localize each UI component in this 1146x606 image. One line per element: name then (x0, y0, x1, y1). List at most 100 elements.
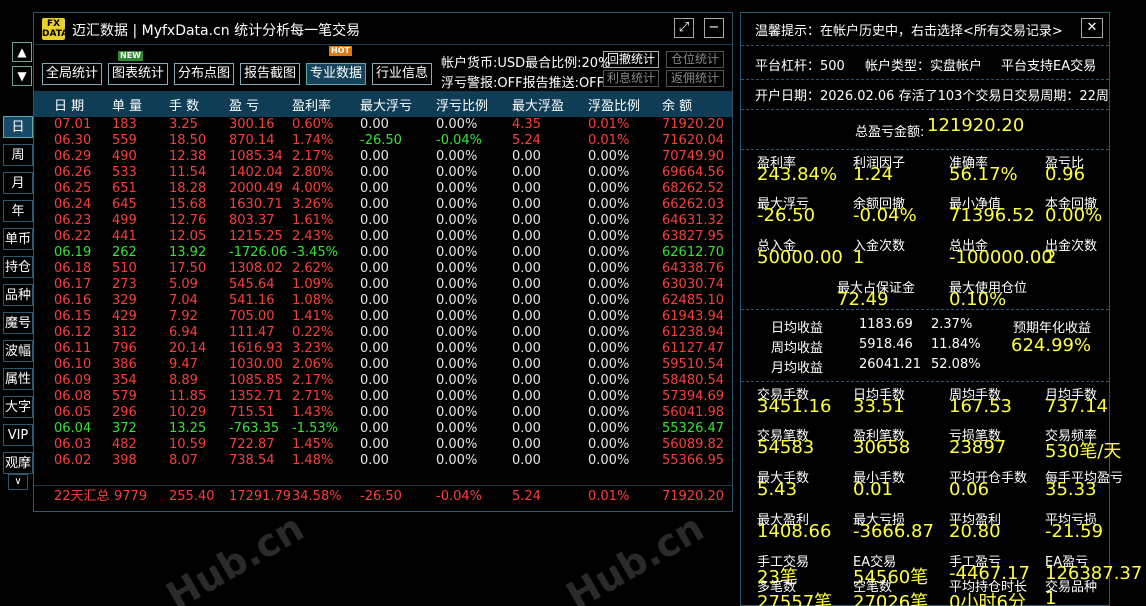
table-row[interactable]: 06.11 796 20.14 1616.93 3.23% 0.00 0.00% 0.00 0.… (34, 341, 732, 357)
table-cell: 3.26% (292, 197, 334, 212)
table-row[interactable]: 06.09 354 8.89 1085.85 2.17% 0.00 0.00% 0.00 0.0… (34, 373, 732, 389)
table-cell: 0.00% (588, 261, 630, 276)
table-cell: 06.23 (54, 213, 92, 228)
table-row[interactable]: 06.03 482 10.59 722.87 1.45% 0.00 0.00% 0.00 0.0… (34, 437, 732, 453)
total-value: 121920.20 (927, 115, 1025, 136)
table-cell: 0.00 (360, 277, 389, 292)
table-cell: 398 (112, 453, 137, 468)
nav-品种[interactable]: 品种 (3, 284, 33, 306)
drawdown-stats-button[interactable]: 回撤统计 (603, 51, 659, 68)
nav-大字[interactable]: 大字 (3, 396, 33, 418)
stat-value: 20.80 (949, 521, 1001, 542)
close-icon[interactable]: ✕ (1081, 18, 1103, 38)
table-row[interactable]: 06.25 651 18.28 2000.49 4.00% 0.00 0.00% 0.00 0.… (34, 181, 732, 197)
position-stats-button[interactable]: 仓位统计 (666, 51, 724, 68)
stat-value: 27026笔 (853, 592, 929, 606)
scroll-down-button[interactable]: ▼ (12, 66, 32, 86)
table-cell: -763.35 (229, 421, 280, 436)
table-row[interactable]: 06.16 329 7.04 541.16 1.08% 0.00 0.00% 0.00 0.00… (34, 293, 732, 309)
table-cell: 645 (112, 197, 137, 212)
table-row[interactable]: 06.22 441 12.05 1215.25 2.43% 0.00 0.00% 0.00 0.… (34, 229, 732, 245)
table-row[interactable]: 06.10 386 9.47 1030.00 2.06% 0.00 0.00% 0.00 0.0… (34, 357, 732, 373)
table-cell: 1630.71 (229, 197, 283, 212)
currency-info: 帐户货币:USD最合比例:20% (441, 56, 611, 71)
nav-年[interactable]: 年 (3, 200, 33, 222)
table-cell: 738.54 (229, 453, 275, 468)
nav-观摩[interactable]: 观摩 (3, 452, 33, 474)
table-row[interactable]: 06.04 372 13.25 -763.35 -1.53% 0.00 0.00% 0.00 0… (34, 421, 732, 437)
table-cell: 06.08 (54, 389, 92, 404)
nav-月[interactable]: 月 (3, 172, 33, 194)
toolbar-button-2[interactable]: 分布点图 (174, 63, 234, 85)
table-row[interactable]: 06.23 499 12.76 803.37 1.61% 0.00 0.00% 0.00 0.0… (34, 213, 732, 229)
table-cell: 329 (112, 293, 137, 308)
stat-value: 54583 (757, 437, 815, 458)
scroll-up-button[interactable]: ▲ (12, 42, 32, 62)
table-row[interactable]: 06.30 559 18.50 870.14 1.74% -26.50 -0.04% 5.24… (34, 133, 732, 149)
table-cell: 541.16 (229, 293, 275, 308)
interest-stats-button[interactable]: 利息统计 (603, 70, 659, 87)
table-cell: 4.35 (512, 117, 541, 132)
table-cell: 57394.69 (662, 389, 725, 404)
table-cell: 06.17 (54, 277, 92, 292)
table-row[interactable]: 06.02 398 8.07 738.54 1.48% 0.00 0.00% 0.00 0.00… (34, 453, 732, 469)
nav-周[interactable]: 周 (3, 144, 33, 166)
minimize-button[interactable]: − (704, 18, 724, 38)
table-row[interactable]: 06.08 579 11.85 1352.71 2.71% 0.00 0.00% 0.00 0.… (34, 389, 732, 405)
table-cell: 0.00% (588, 197, 630, 212)
nav-单币[interactable]: 单币 (3, 228, 33, 250)
table-row[interactable]: 06.29 490 12.38 1085.34 2.17% 0.00 0.00% 0.00 0.… (34, 149, 732, 165)
table-cell: 62485.10 (662, 293, 725, 308)
table-row[interactable]: 06.05 296 10.29 715.51 1.43% 0.00 0.00% 0.00 0.0… (34, 405, 732, 421)
column-header: 盈利率 (292, 99, 332, 114)
account-info: 平台杠杆：500 帐户类型：实盘帐户 平台支持EA交易 (741, 45, 1109, 79)
table-cell: 0.00% (588, 165, 630, 180)
stat-value: 0小时6分 (949, 592, 1026, 606)
toolbar-button-5[interactable]: 行业信息 (372, 63, 432, 85)
table-cell: 0.00% (436, 149, 478, 164)
table-row[interactable]: 06.24 645 15.68 1630.71 3.26% 0.00 0.00% 0.00 0.… (34, 197, 732, 213)
ea-support: 平台支持EA交易 (1001, 59, 1097, 74)
table-cell: 0.00% (588, 453, 630, 468)
toolbar-button-0[interactable]: 全局统计 (42, 63, 102, 85)
daily-table: 07.01 183 3.25 300.16 0.60% 0.00 0.00% 4.35 0.01… (34, 117, 732, 469)
daily-value: 1183.69 (859, 317, 913, 332)
table-row[interactable]: 06.18 510 17.50 1308.02 2.62% 0.00 0.00% 0.00 0.… (34, 261, 732, 277)
nav-VIP[interactable]: VIP (3, 424, 33, 446)
table-cell: 6.94 (169, 325, 198, 340)
column-header: 余 额 (662, 99, 693, 114)
table-cell: 0.00% (588, 357, 630, 372)
nav-expand-icon[interactable]: ∨ (8, 474, 28, 490)
table-cell: 64631.32 (662, 213, 725, 228)
table-cell: 0.01% (588, 117, 630, 132)
table-row[interactable]: 06.17 273 5.09 545.64 1.09% 0.00 0.00% 0.00 0.00… (34, 277, 732, 293)
table-row[interactable]: 06.19 262 13.92 -1726.06 -3.45% 0.00 0.00% 0.00… (34, 245, 732, 261)
table-cell: 482 (112, 437, 137, 452)
table-cell: 0.00 (360, 245, 389, 260)
rebate-stats-button[interactable]: 返佣统计 (666, 70, 724, 87)
table-row[interactable]: 06.15 429 7.92 705.00 1.41% 0.00 0.00% 0.00 0.00… (34, 309, 732, 325)
table-cell: 06.09 (54, 373, 92, 388)
toolbar-button-1[interactable]: 图表统计 (108, 63, 168, 85)
toolbar-button-3[interactable]: 报告截图 (240, 63, 300, 85)
table-cell: 0.00 (512, 325, 541, 340)
resize-icon[interactable]: ⤢ (674, 18, 694, 38)
table-row[interactable]: 06.26 533 11.54 1402.04 2.80% 0.00 0.00% 0.00 0.… (34, 165, 732, 181)
table-cell: 2.17% (292, 373, 334, 388)
nav-波幅[interactable]: 波幅 (3, 340, 33, 362)
stat-value: 1 (853, 247, 865, 268)
table-cell: 0.00% (436, 117, 478, 132)
nav-属性[interactable]: 属性 (3, 368, 33, 390)
nav-日[interactable]: 日 (3, 116, 33, 138)
table-cell: 1308.02 (229, 261, 283, 276)
weekly-pct: 11.84% (931, 337, 981, 352)
stat-value: 23897 (949, 437, 1007, 458)
toolbar-button-4[interactable]: 专业数据 (306, 63, 366, 85)
nav-魔号[interactable]: 魔号 (3, 312, 33, 334)
stats-group-g3: 总入金 50000.00 入金次数 1 总出金 -100000.00 出金次数 2 (741, 233, 1109, 277)
table-cell: 56089.82 (662, 437, 725, 452)
table-row[interactable]: 07.01 183 3.25 300.16 0.60% 0.00 0.00% 4.35 0.01… (34, 117, 732, 133)
nav-持仓[interactable]: 持仓 (3, 256, 33, 278)
table-row[interactable]: 06.12 312 6.94 111.47 0.22% 0.00 0.00% 0.00 0.00… (34, 325, 732, 341)
stats-group-g1: 盈利率 243.84% 利润因子 1.24 准确率 56.17% 盈亏比 0.96 (741, 149, 1109, 193)
